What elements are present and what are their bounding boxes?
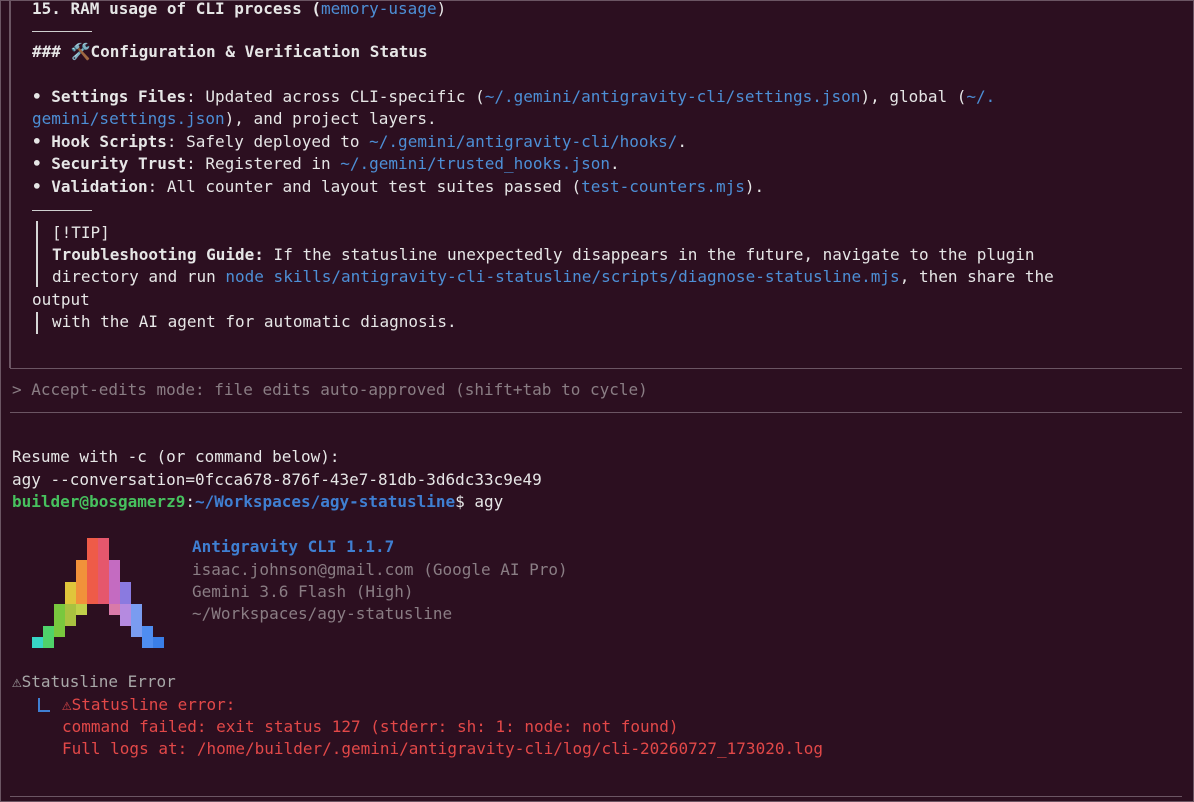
- input-bottom-border: [10, 412, 1182, 413]
- logo-pixel: [76, 571, 87, 582]
- logo-pixel: [43, 637, 54, 648]
- logo-pixel: [76, 604, 87, 615]
- logo-pixel: [153, 637, 164, 648]
- logo-pixel: [120, 593, 131, 604]
- logo-pixel: [98, 560, 109, 571]
- bullet-hook-scripts: • Hook Scripts: Safely deployed to ~/.ge…: [32, 132, 688, 151]
- config-heading: ### 🛠️Configuration & Verification Statu…: [32, 42, 428, 61]
- logo-pixel: [98, 593, 109, 604]
- mode-indicator[interactable]: > Accept-edits mode: file edits auto-app…: [12, 379, 648, 401]
- logo-pixel: [98, 571, 109, 582]
- global-settings-link-cont[interactable]: gemini/settings.json: [32, 109, 225, 128]
- tip-line-1: Troubleshooting Guide: If the statusline…: [52, 245, 1035, 264]
- logo-pixel: [43, 626, 54, 637]
- statusline-error-title: ⚠Statusline Error: [12, 672, 176, 691]
- tip-line-2: directory and run node skills/antigravit…: [52, 267, 1054, 286]
- input-top-border: [10, 368, 1182, 369]
- banner-title: Antigravity CLI 1.1.7: [192, 537, 395, 556]
- logo-pixel: [54, 615, 65, 626]
- tree-connector-icon: [38, 698, 50, 712]
- prompt-user: builder@bosgamerz9: [12, 492, 186, 511]
- logo-pixel: [54, 626, 65, 637]
- logo-pixel: [87, 571, 98, 582]
- trusted-hooks-link[interactable]: ~/.gemini/trusted_hooks.json: [340, 154, 610, 173]
- resume-hint: Resume with -c (or command below):: [12, 447, 340, 466]
- test-counters-link[interactable]: test-counters.mjs: [581, 177, 745, 196]
- logo-pixel: [87, 549, 98, 560]
- logo-pixel: [65, 593, 76, 604]
- logo-pixel: [65, 604, 76, 615]
- banner-model: Gemini 3.6 Flash (High): [192, 582, 414, 601]
- logo-pixel: [109, 593, 120, 604]
- logo-pixel: [98, 582, 109, 593]
- logo-pixel: [87, 560, 98, 571]
- logo-pixel: [109, 571, 120, 582]
- logo-pixel: [120, 615, 131, 626]
- logo-pixel: [65, 582, 76, 593]
- logo-pixel: [76, 593, 87, 604]
- bullet-settings-files-cont: gemini/settings.json), and project layer…: [32, 109, 437, 128]
- tip-rail: [36, 312, 38, 334]
- tip-rail: [36, 221, 38, 287]
- logo-pixel: [131, 615, 142, 626]
- logo-pixel: [142, 626, 153, 637]
- logo-pixel: [65, 615, 76, 626]
- logo-pixel: [87, 593, 98, 604]
- logo-pixel: [131, 604, 142, 615]
- shell-prompt: builder@bosgamerz9:~/Workspaces/agy-stat…: [12, 492, 504, 511]
- banner-account: isaac.johnson@gmail.com (Google AI Pro): [192, 560, 568, 579]
- left-rail: [9, 0, 11, 368]
- settings-json-link[interactable]: ~/.gemini/antigravity-cli/settings.json: [485, 87, 861, 106]
- prompt-path: ~/Workspaces/agy-statusline: [195, 492, 456, 511]
- bottom-border: [10, 796, 1182, 797]
- hooks-link[interactable]: ~/.gemini/antigravity-cli/hooks/: [369, 132, 677, 151]
- tip-tag: [!TIP]: [52, 223, 110, 242]
- banner-cwd: ~/Workspaces/agy-statusline: [192, 604, 453, 623]
- prompt-command: agy: [474, 492, 504, 511]
- logo-pixel: [32, 637, 43, 648]
- antigravity-logo-icon: [32, 536, 164, 650]
- logo-pixel: [76, 582, 87, 593]
- list-item-15: 15. RAM usage of CLI process (memory-usa…: [32, 0, 447, 18]
- divider: [32, 210, 92, 211]
- resume-command: agy --conversation=0fcca678-876f-43e7-81…: [12, 470, 542, 489]
- error-message: command failed: exit status 127 (stderr:…: [62, 717, 679, 736]
- logo-pixel: [109, 604, 120, 615]
- logo-pixel: [76, 560, 87, 571]
- divider: [32, 31, 92, 32]
- tip-line-4: with the AI agent for automatic diagnosi…: [52, 312, 457, 331]
- logo-pixel: [120, 582, 131, 593]
- logo-pixel: [54, 604, 65, 615]
- logo-pixel: [87, 582, 98, 593]
- bullet-settings-files: • Settings Files: Updated across CLI-spe…: [32, 87, 996, 106]
- logo-pixel: [109, 582, 120, 593]
- logo-pixel: [98, 538, 109, 549]
- logo-pixel: [131, 626, 142, 637]
- diagnose-command-link[interactable]: node skills/antigravity-cli-statusline/s…: [225, 267, 899, 286]
- statusline-error-sub: ⚠Statusline error:: [62, 695, 236, 714]
- tip-line-3: output: [32, 290, 90, 309]
- logo-pixel: [87, 538, 98, 549]
- error-logs-path: Full logs at: /home/builder/.gemini/anti…: [62, 739, 823, 758]
- logo-pixel: [120, 604, 131, 615]
- logo-pixel: [98, 549, 109, 560]
- bullet-security-trust: • Security Trust: Registered in ~/.gemin…: [32, 154, 620, 173]
- memory-usage-link[interactable]: memory-usage: [321, 0, 437, 18]
- bullet-validation: • Validation: All counter and layout tes…: [32, 177, 765, 196]
- global-settings-link[interactable]: ~/.: [966, 87, 995, 106]
- logo-pixel: [142, 637, 153, 648]
- logo-pixel: [109, 560, 120, 571]
